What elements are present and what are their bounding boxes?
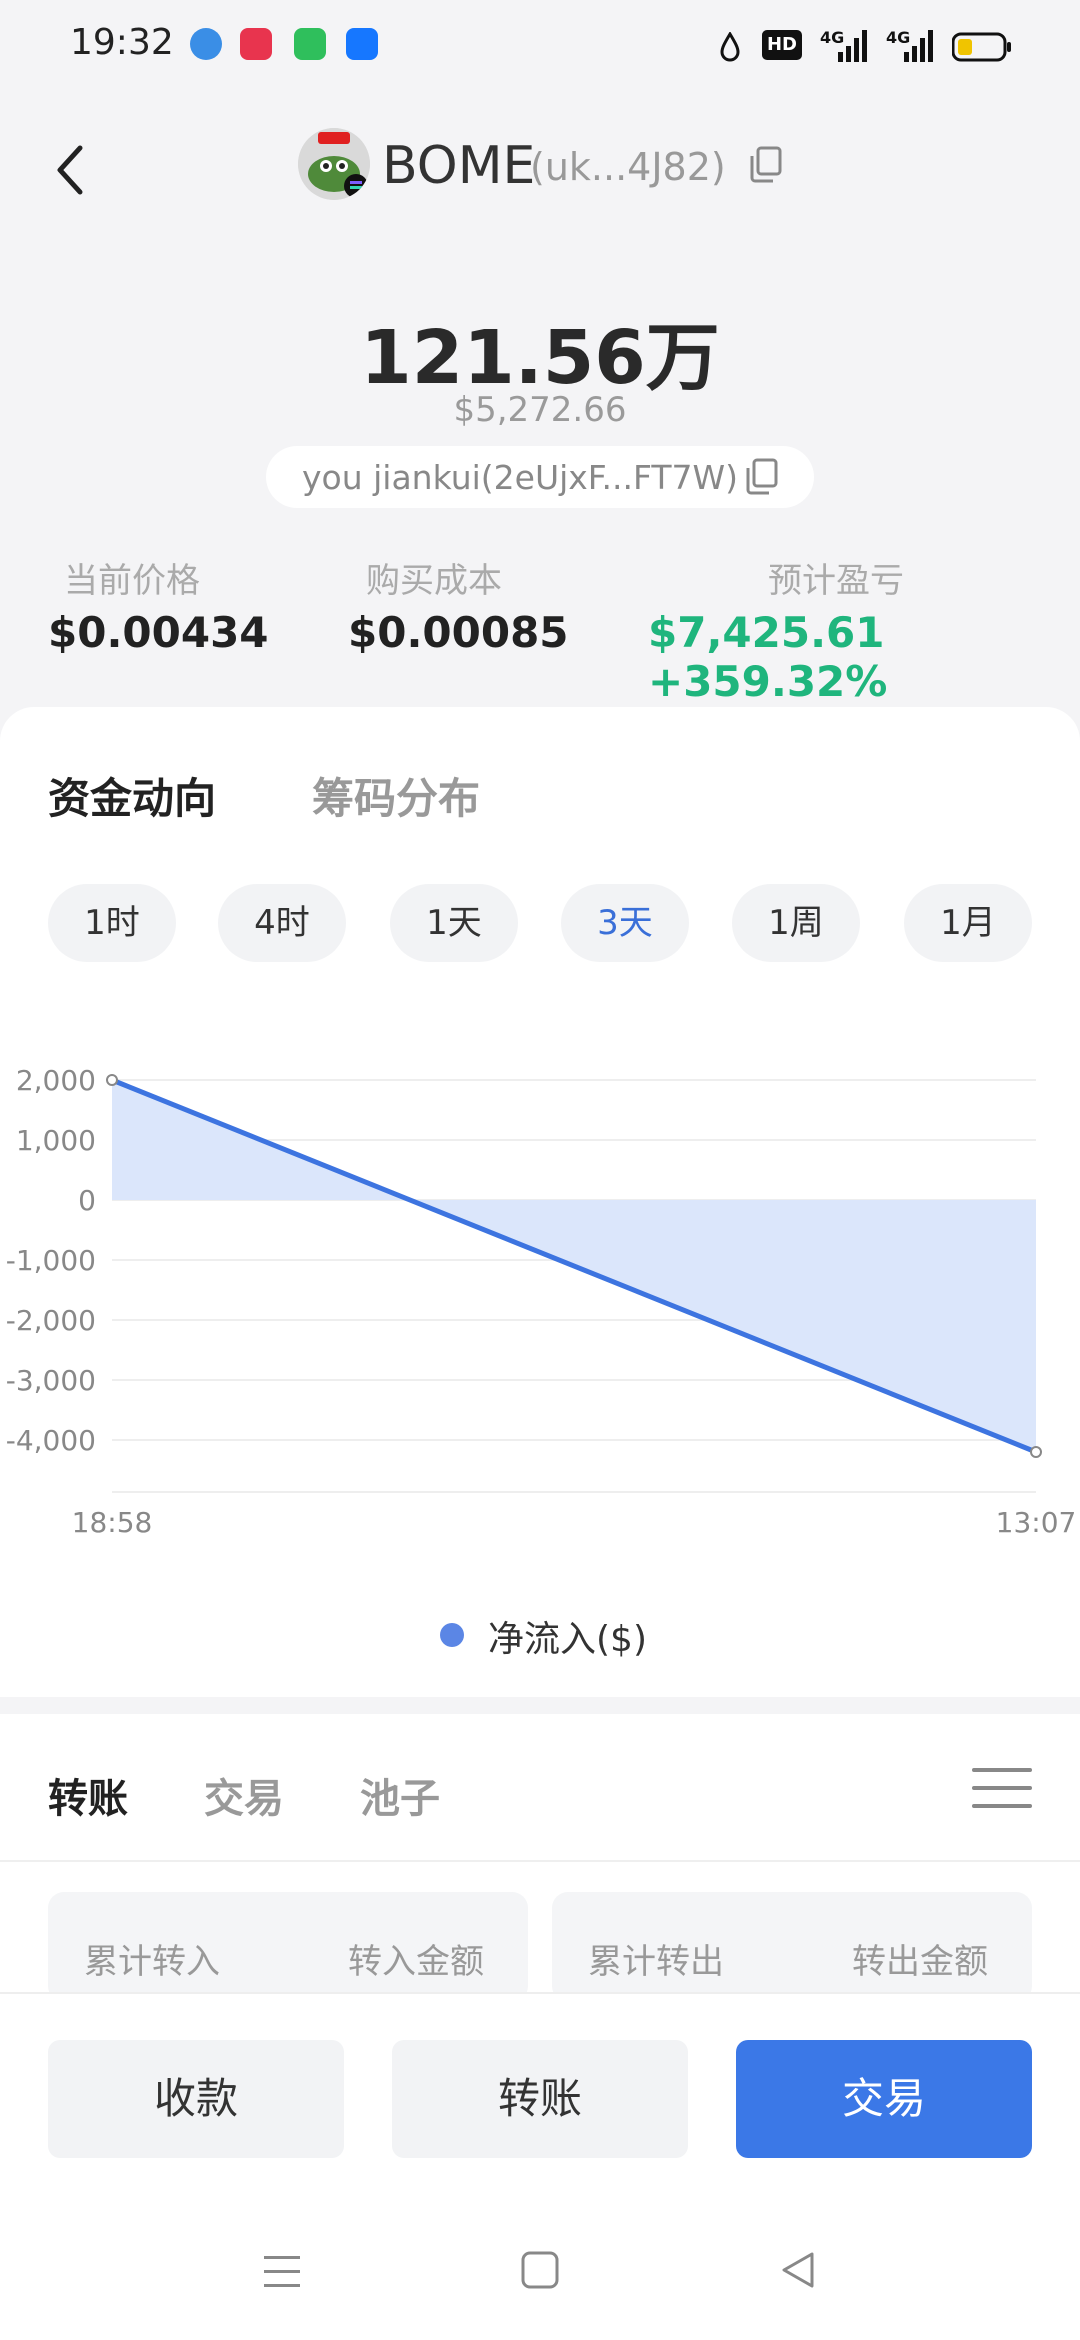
tab-fund-flow[interactable]: 资金动向 bbox=[48, 765, 216, 826]
net-inflow-chart: 2,000 1,000 0 -1,000 -2,000 -3,000 -4,000 18:58… bbox=[6, 1064, 1077, 1539]
range-1h[interactable]: 1时 bbox=[48, 884, 176, 962]
cumulative-out-label: 累计转出 bbox=[588, 1942, 724, 1982]
signal-icon-2 bbox=[904, 30, 933, 62]
tab-chip-distribution[interactable]: 筹码分布 bbox=[312, 765, 480, 826]
x-tick-label: 18:58 bbox=[72, 1506, 153, 1539]
data-saver-icon bbox=[720, 32, 740, 62]
range-3d[interactable]: 3天 bbox=[561, 884, 689, 962]
current-price-value: $0.00434 bbox=[48, 608, 269, 657]
signal-icon bbox=[838, 30, 867, 62]
out-amount-label: 转出金额 bbox=[852, 1942, 988, 1982]
y-tick-label: 1,000 bbox=[16, 1124, 96, 1157]
data-point bbox=[106, 1074, 118, 1086]
balance-usd: $5,272.66 bbox=[453, 390, 627, 430]
copy-address-icon[interactable] bbox=[748, 146, 782, 184]
hd-badge: HD bbox=[762, 30, 802, 60]
alipay-icon bbox=[346, 28, 378, 60]
y-tick-label: 0 bbox=[78, 1184, 96, 1217]
battery-icon bbox=[952, 32, 1011, 62]
data-point bbox=[1030, 1446, 1042, 1458]
y-tick-label: -1,000 bbox=[6, 1244, 96, 1277]
section-divider bbox=[0, 1860, 1080, 1862]
wallet-label: you jiankui(2eUjxF...FT7W) bbox=[302, 458, 739, 497]
in-amount-label: 转入金额 bbox=[348, 1942, 484, 1982]
pnl-label: 预计盈亏 bbox=[768, 561, 904, 601]
shopping-app-icon bbox=[240, 28, 272, 60]
y-tick-label: -4,000 bbox=[6, 1424, 96, 1457]
tab-transfers[interactable]: 转账 bbox=[48, 1766, 128, 1824]
cost-label: 购买成本 bbox=[366, 561, 502, 601]
token-balance: 121.56万 bbox=[360, 315, 720, 401]
token-name: BOME bbox=[382, 136, 536, 196]
range-1d[interactable]: 1天 bbox=[390, 884, 518, 962]
wallet-app-icon bbox=[294, 28, 326, 60]
transfer-button[interactable]: 转账 bbox=[392, 2040, 688, 2158]
cumulative-in-label: 累计转入 bbox=[84, 1942, 220, 1982]
copy-wallet-icon[interactable] bbox=[744, 458, 778, 496]
y-tick-label: -3,000 bbox=[6, 1364, 96, 1397]
app-notification-icon bbox=[190, 28, 222, 60]
token-avatar bbox=[298, 128, 370, 200]
range-4h[interactable]: 4时 bbox=[218, 884, 346, 962]
legend-marker bbox=[440, 1623, 464, 1647]
recent-apps-icon[interactable] bbox=[262, 2254, 302, 2290]
back-nav-icon[interactable] bbox=[778, 2250, 818, 2290]
home-icon[interactable] bbox=[520, 2250, 560, 2290]
menu-icon[interactable] bbox=[972, 1766, 1032, 1810]
x-tick-label: 13:07 bbox=[996, 1506, 1077, 1539]
trade-button[interactable]: 交易 bbox=[736, 2040, 1032, 2158]
status-time: 19:32 bbox=[70, 22, 174, 63]
current-price-label: 当前价格 bbox=[64, 561, 200, 601]
token-address: (uk...4J82) bbox=[530, 145, 726, 189]
range-1w[interactable]: 1周 bbox=[732, 884, 860, 962]
back-icon[interactable] bbox=[50, 140, 90, 200]
y-tick-label: 2,000 bbox=[16, 1064, 96, 1097]
cost-value: $0.00085 bbox=[348, 608, 569, 657]
tab-trades[interactable]: 交易 bbox=[204, 1766, 284, 1824]
y-tick-label: -2,000 bbox=[6, 1304, 96, 1337]
status-bar: 19:32 HD 4G 4G bbox=[0, 0, 1080, 95]
range-1m[interactable]: 1月 bbox=[904, 884, 1032, 962]
receive-button[interactable]: 收款 bbox=[48, 2040, 344, 2158]
pnl-value: $7,425.61 +359.32% bbox=[648, 608, 888, 706]
tab-pools[interactable]: 池子 bbox=[360, 1766, 440, 1824]
legend-label: 净流入($) bbox=[488, 1619, 647, 1660]
